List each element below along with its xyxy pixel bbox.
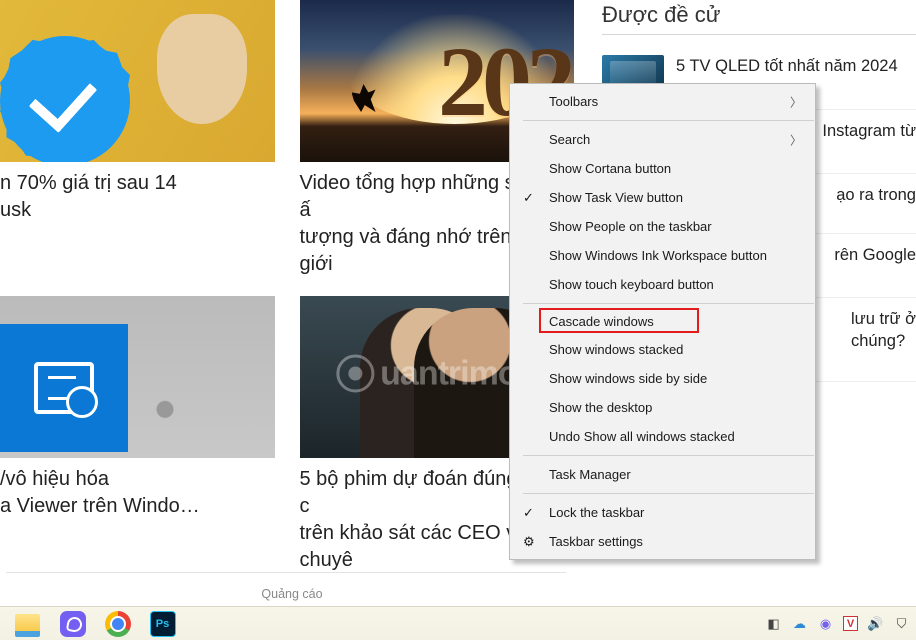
article-title[interactable]: /vô hiệu hóa a Viewer trên Windo… [0,466,275,520]
ctx-side-by-side[interactable]: Show windows side by side [511,364,814,393]
sidebar-header: Được đề cử [602,0,916,35]
articles-grid: n 70% giá trị sau 14 usk 202 Video tổng … [0,0,584,574]
article-card[interactable]: /vô hiệu hóa a Viewer trên Windo… [0,296,275,574]
chevron-right-icon: 〉 [790,131,802,148]
sidebar-item-title[interactable]: rên Google [834,244,916,287]
ctx-toolbars[interactable]: Toolbars 〉 [511,87,814,116]
ctx-taskview[interactable]: ✓ Show Task View button [511,183,814,212]
gear-icon: ⚙ [523,534,535,550]
taskbar-context-menu: Toolbars 〉 Search 〉 Show Cortana button … [509,83,816,560]
separator [523,303,814,304]
file-explorer-icon[interactable] [14,610,41,637]
tray-cloud-icon[interactable]: ☁ [791,616,808,632]
ad-label: Quảng cáo [0,573,584,606]
ctx-stacked[interactable]: Show windows stacked [511,335,814,364]
ctx-search[interactable]: Search 〉 [511,125,814,154]
separator [523,120,814,121]
ctx-undo[interactable]: Undo Show all windows stacked [511,422,814,451]
photos-app-icon [34,362,94,414]
separator [523,455,814,456]
chevron-right-icon: 〉 [790,93,802,110]
check-icon: ✓ [523,505,534,521]
watermark: uantrimon [336,354,537,393]
tray-viber-icon[interactable]: ◉ [817,616,834,632]
taskbar-pinned: Ps [14,610,176,637]
sidebar-item-title[interactable]: Instagram từ [822,120,916,163]
viber-icon[interactable] [59,610,86,637]
ctx-taskbar-settings[interactable]: ⚙ Taskbar settings [511,527,814,556]
article-title[interactable]: n 70% giá trị sau 14 usk [0,170,275,224]
article-card[interactable]: n 70% giá trị sau 14 usk [0,0,275,278]
taskbar[interactable]: Ps ◧ ☁ ◉ V 🔊 ⛉ [0,606,916,640]
separator [523,493,814,494]
tray-shield-icon[interactable]: ⛉ [893,616,910,632]
system-tray: ◧ ☁ ◉ V 🔊 ⛉ [765,616,910,632]
sidebar-item-title[interactable]: lưu trữ ở chúng? [851,308,916,371]
ctx-lock-taskbar[interactable]: ✓ Lock the taskbar [511,498,814,527]
volume-icon[interactable]: 🔊 [867,616,884,632]
ctx-cortana[interactable]: Show Cortana button [511,154,814,183]
ctx-touch[interactable]: Show touch keyboard button [511,270,814,299]
tray-app-icon[interactable]: ◧ [765,616,782,632]
check-icon: ✓ [523,190,534,206]
ctx-task-manager[interactable]: Task Manager [511,460,814,489]
lightbulb-icon [336,355,374,393]
chrome-icon[interactable] [104,610,131,637]
photoshop-icon[interactable]: Ps [149,610,176,637]
ctx-cascade-windows[interactable]: Cascade windows [511,308,814,335]
sidebar-item-title[interactable]: ạo ra trong [836,184,916,223]
tray-v-icon[interactable]: V [843,616,858,631]
ctx-show-desktop[interactable]: Show the desktop [511,393,814,422]
article-thumbnail[interactable] [0,296,275,458]
ctx-ink[interactable]: Show Windows Ink Workspace button [511,241,814,270]
ctx-people[interactable]: Show People on the taskbar [511,212,814,241]
article-thumbnail[interactable] [0,0,275,162]
